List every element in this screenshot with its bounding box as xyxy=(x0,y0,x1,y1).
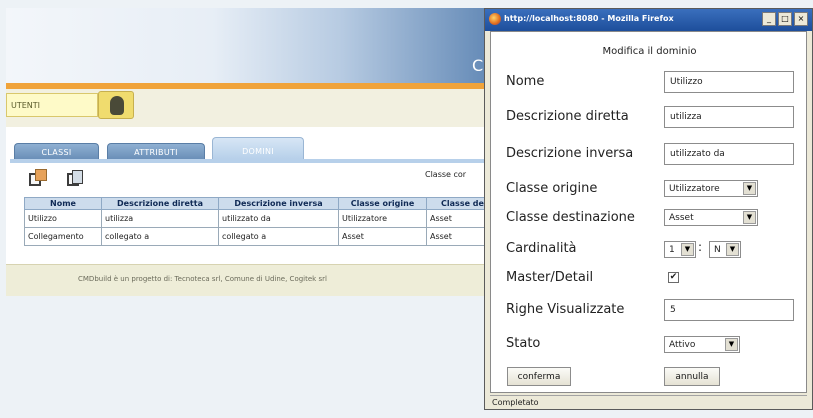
add-domain-icon[interactable] xyxy=(29,169,47,186)
status-text: Completato xyxy=(492,398,539,407)
confirm-button[interactable]: conferma xyxy=(507,367,571,386)
form-title: Modifica il dominio xyxy=(602,46,697,57)
cardinalita-label: Cardinalità xyxy=(506,241,577,256)
nome-input[interactable]: Utilizzo xyxy=(664,71,794,93)
classe-destinazione-label: Classe destinazione xyxy=(506,210,635,225)
cardinalita-right-value: N xyxy=(714,245,721,255)
cell-nome: Collegamento xyxy=(24,227,102,246)
edit-domain-window: http://localhost:8080 - Mozilla Firefox … xyxy=(484,8,813,410)
chevron-down-icon[interactable]: ▼ xyxy=(681,243,694,256)
close-icon[interactable]: × xyxy=(794,12,808,26)
chevron-down-icon[interactable]: ▼ xyxy=(726,243,739,256)
window-statusbar: Completato xyxy=(490,395,807,409)
tab-domini[interactable]: DOMINI xyxy=(212,137,304,159)
stato-label: Stato xyxy=(506,336,541,351)
table-row[interactable]: Utilizzo utilizza utilizzato da Utilizza… xyxy=(24,209,499,228)
table-row[interactable]: Collegamento collegato a collegato a Ass… xyxy=(24,227,499,246)
cardinalita-left-select[interactable]: 1 ▼ xyxy=(664,241,696,258)
tab-strip-divider xyxy=(10,159,498,163)
classe-destinazione-value: Asset xyxy=(669,213,694,223)
descrizione-inversa-label: Descrizione inversa xyxy=(506,146,634,161)
column-header-descrizione-diretta[interactable]: Descrizione diretta xyxy=(101,197,219,210)
cell-descrizione-diretta: collegato a xyxy=(101,227,219,246)
table-header-row: Nome Descrizione diretta Descrizione inv… xyxy=(24,197,499,210)
cardinalita-right-select[interactable]: N ▼ xyxy=(709,241,741,258)
tab-attributi[interactable]: ATTRIBUTI xyxy=(107,143,205,159)
descrizione-diretta-input[interactable]: utilizza xyxy=(664,106,794,128)
users-menu[interactable]: UTENTI xyxy=(6,93,98,117)
footer-credits: CMDbuild è un progetto di: Tecnoteca srl… xyxy=(78,275,327,283)
user-icon[interactable] xyxy=(98,91,134,119)
header-logo-letter: C xyxy=(472,56,484,75)
chevron-down-icon[interactable]: ▼ xyxy=(743,211,756,224)
classe-destinazione-select[interactable]: Asset ▼ xyxy=(664,209,758,226)
column-header-classe-origine[interactable]: Classe origine xyxy=(338,197,427,210)
stato-value: Attivo xyxy=(669,340,696,350)
firefox-icon xyxy=(489,13,501,25)
descrizione-diretta-label: Descrizione diretta xyxy=(506,109,629,124)
maximize-icon[interactable]: □ xyxy=(778,12,792,26)
classe-origine-select[interactable]: Utilizzatore ▼ xyxy=(664,180,758,197)
classe-origine-value: Utilizzatore xyxy=(669,184,720,194)
minimize-icon[interactable]: _ xyxy=(762,12,776,26)
cancel-button[interactable]: annulla xyxy=(664,367,720,386)
cell-descrizione-inversa: collegato a xyxy=(218,227,339,246)
master-detail-label: Master/Detail xyxy=(506,270,594,285)
cell-classe-origine: Asset xyxy=(338,227,427,246)
righe-visualizzate-input[interactable]: 5 xyxy=(664,299,794,321)
classe-origine-label: Classe origine xyxy=(506,181,598,196)
cardinalita-separator: : xyxy=(698,240,703,254)
nome-label: Nome xyxy=(506,74,545,89)
copy-icon[interactable] xyxy=(67,170,83,186)
edit-domain-form: Modifica il dominio Nome Utilizzo Descri… xyxy=(490,31,807,393)
stato-select[interactable]: Attivo ▼ xyxy=(664,336,740,353)
cell-classe-origine: Utilizzatore xyxy=(338,209,427,228)
window-title: http://localhost:8080 - Mozilla Firefox xyxy=(504,14,674,23)
chevron-down-icon[interactable]: ▼ xyxy=(743,182,756,195)
tab-classi[interactable]: CLASSI xyxy=(14,143,99,159)
window-titlebar[interactable]: http://localhost:8080 - Mozilla Firefox … xyxy=(485,9,812,31)
cell-nome: Utilizzo xyxy=(24,209,102,228)
column-header-descrizione-inversa[interactable]: Descrizione inversa xyxy=(218,197,339,210)
cardinalita-left-value: 1 xyxy=(669,245,675,255)
descrizione-inversa-input[interactable]: utilizzato da xyxy=(664,143,794,165)
master-detail-checkbox[interactable]: ✔ xyxy=(668,272,679,283)
app-header xyxy=(6,8,498,83)
righe-visualizzate-label: Righe Visualizzate xyxy=(506,302,625,317)
domains-table: Nome Descrizione diretta Descrizione inv… xyxy=(24,197,499,246)
cell-descrizione-diretta: utilizza xyxy=(101,209,219,228)
chevron-down-icon[interactable]: ▼ xyxy=(725,338,738,351)
cell-descrizione-inversa: utilizzato da xyxy=(218,209,339,228)
column-header-nome[interactable]: Nome xyxy=(24,197,102,210)
